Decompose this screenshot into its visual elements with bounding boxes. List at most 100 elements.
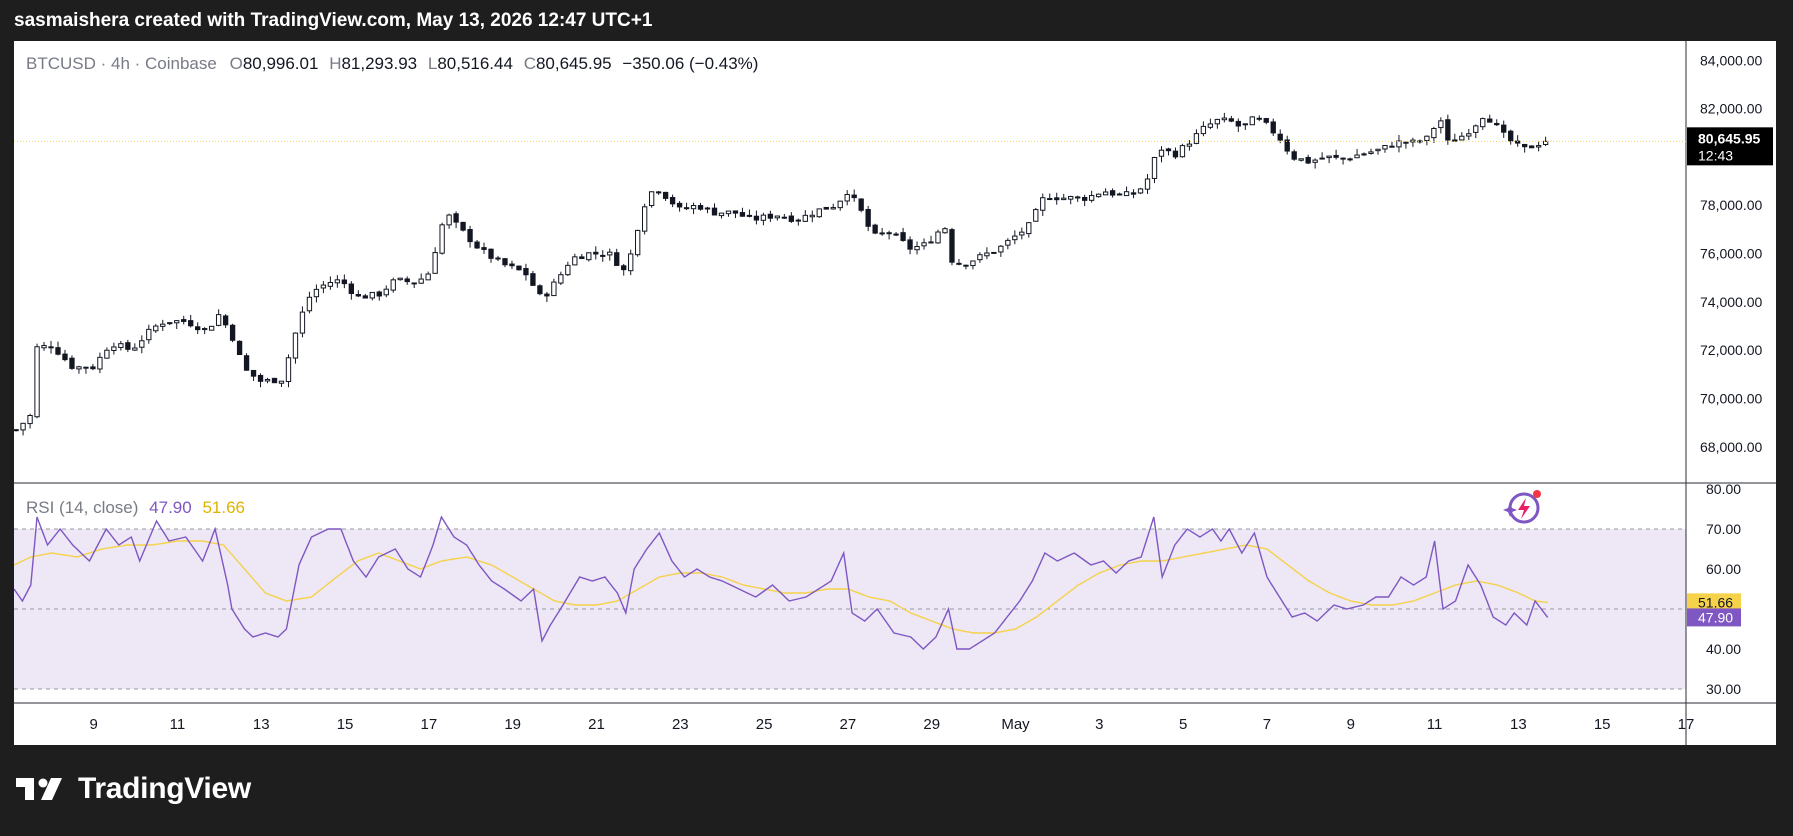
candle-body [704, 207, 711, 210]
candle-body [69, 357, 75, 369]
candle-body [383, 288, 389, 296]
time-tick-label: 15 [337, 716, 354, 733]
candle-body [1291, 151, 1297, 160]
candle-body [376, 291, 382, 297]
candle-body [222, 315, 229, 326]
chart-canvas[interactable]: 84,000.0082,000.0080,000.0078,000.0076,0… [14, 41, 1776, 745]
time-tick-label: 21 [588, 716, 605, 733]
candle-body [586, 252, 592, 261]
candle-body [711, 207, 718, 216]
candle-body [565, 264, 571, 276]
candle-body [998, 245, 1004, 253]
price-tick-label: 68,000.00 [1700, 439, 1762, 455]
candle-body [1095, 193, 1102, 198]
candle-body [1284, 139, 1290, 152]
candle-body [460, 221, 466, 231]
candle-body [572, 256, 578, 266]
candle-body [991, 251, 997, 254]
candle-body [537, 285, 543, 295]
candle-body [1445, 119, 1451, 141]
time-tick-label: 13 [253, 716, 270, 733]
last-price-label: 80,645.95 [1698, 130, 1760, 146]
candle-body [1221, 117, 1228, 121]
candle-body [306, 296, 313, 312]
candle-body [1151, 156, 1158, 179]
candle-body [1088, 195, 1095, 201]
candle-body [1193, 133, 1200, 144]
candle-body [208, 325, 215, 331]
candle-body [830, 207, 836, 210]
candle-body [369, 291, 375, 299]
time-tick-label: 5 [1179, 716, 1187, 733]
candle-body [984, 252, 990, 257]
time-tick-label: 17 [421, 716, 438, 733]
candle-body [118, 343, 124, 348]
candle-body [132, 347, 138, 351]
candle-body [914, 246, 920, 251]
candle-body [1473, 125, 1479, 133]
rsi-legend: RSI (14, close) 47.90 51.66 [26, 498, 245, 518]
candle-body [495, 257, 501, 260]
candle-body [669, 196, 676, 205]
candle-body [579, 256, 585, 259]
candle-body [1459, 135, 1465, 141]
tradingview-logo[interactable]: TradingView [16, 772, 251, 806]
time-tick-label: 27 [840, 716, 857, 733]
candle-body [1354, 154, 1360, 159]
candle-body [55, 347, 61, 355]
price-tick-label: 74,000.00 [1700, 294, 1762, 310]
time-tick-label: 23 [672, 716, 689, 733]
candle-body [278, 380, 285, 384]
candle-body [1347, 158, 1353, 161]
candle-body [1068, 196, 1074, 200]
symbol-info[interactable]: BTCUSD · 4h · Coinbase [26, 54, 217, 73]
candle-body [1480, 118, 1486, 128]
candle-body [523, 268, 529, 276]
candle-body [1494, 122, 1500, 126]
candle-body [1054, 197, 1060, 201]
rsi-label[interactable]: RSI (14, close) [26, 498, 138, 517]
candle-body [1235, 120, 1241, 127]
candle-body [558, 274, 564, 284]
ohlc-values: O80,996.01 H81,293.93 L80,516.44 C80,645… [222, 54, 759, 73]
rsi-badge-label: 47.90 [1698, 609, 1733, 625]
candle-body [746, 214, 753, 217]
candle-body [488, 248, 494, 259]
candle-body [1179, 145, 1186, 158]
candle-body [285, 357, 292, 383]
candle-body [1082, 196, 1088, 201]
candle-body [732, 210, 739, 214]
close-value: 80,645.95 [535, 54, 612, 73]
candle-body [1333, 154, 1339, 158]
candle-body [474, 241, 480, 249]
rsi-ma-badge-label: 51.66 [1698, 594, 1733, 610]
candle-body [264, 378, 271, 382]
candle-body [697, 205, 704, 210]
candle-body [1312, 159, 1318, 163]
candle-body [1061, 197, 1067, 201]
price-tick-label: 70,000.00 [1700, 390, 1762, 406]
candle-body [34, 346, 40, 418]
candle-body [1047, 198, 1053, 201]
candle-body [467, 229, 473, 243]
lightning-sparkle-icon[interactable] [1502, 486, 1546, 526]
candle-body [774, 215, 781, 219]
time-tick-label: 11 [1427, 716, 1443, 733]
candle-body [795, 219, 801, 222]
chart-container[interactable]: 84,000.0082,000.0080,000.0078,000.0076,0… [14, 41, 1776, 745]
candle-body [900, 232, 906, 241]
candle-body [1207, 123, 1214, 128]
candle-body [1256, 117, 1262, 120]
time-tick-label: 29 [923, 716, 940, 733]
candle-body [614, 252, 620, 266]
candle-body [753, 215, 760, 221]
candle-body [718, 212, 725, 217]
candle-body [1528, 145, 1535, 149]
candle-body [1200, 125, 1207, 135]
candle-body [1242, 123, 1248, 126]
candle-body [1075, 196, 1081, 199]
candle-body [1389, 145, 1395, 148]
candle-body [14, 429, 19, 432]
candle-body [432, 252, 438, 274]
candle-body [844, 194, 850, 202]
